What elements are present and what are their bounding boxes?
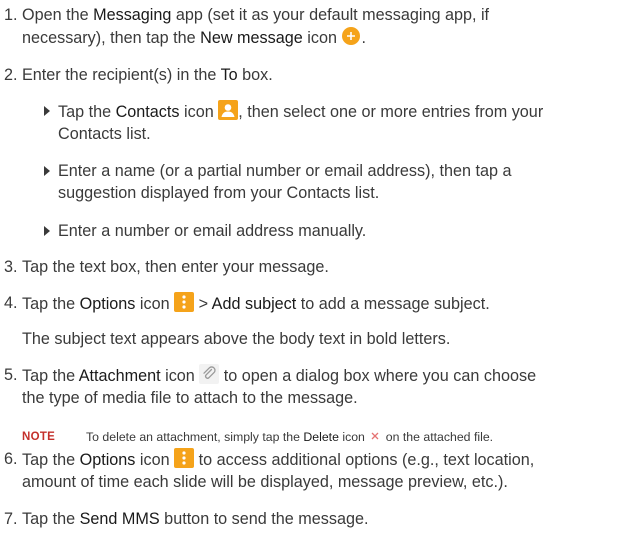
text-run: icon [179, 103, 214, 121]
text-run: the type of media file to attach to the … [22, 389, 358, 407]
text-run: amount of time each slide will be displa… [22, 473, 508, 491]
text-run: Enter the recipient(s) in the [22, 66, 221, 84]
sub-bullet-text: Enter a name (or a partial number or ema… [58, 160, 628, 204]
text-run: icon [135, 451, 170, 469]
text-run: . [361, 29, 366, 47]
step-number: 6. [4, 450, 18, 468]
bullet-arrow-icon [44, 226, 50, 236]
label-send-mms: Send MMS [79, 510, 160, 528]
step-text: Tap the Options icon > Add subject to ad… [22, 292, 628, 315]
attachment-icon [199, 364, 220, 384]
note: NOTE To delete an attachment, simply tap… [0, 426, 632, 446]
step-number: 2. [4, 66, 18, 84]
text-run: Tap the [58, 103, 116, 121]
text-run: Contacts list. [58, 125, 151, 143]
bullet-arrow-icon [44, 166, 50, 176]
note-label: NOTE [22, 431, 56, 443]
text-run: icon [135, 295, 170, 313]
text-run: on the attached file. [382, 430, 494, 444]
text-run: suggestion displayed from your Contacts … [58, 184, 380, 202]
text-run: button to send the message. [159, 510, 369, 528]
options-icon [174, 292, 195, 312]
text-run: icon [338, 430, 365, 444]
options-icon [174, 448, 195, 468]
step-text: Tap the Attachment icon to open a dialog… [22, 364, 628, 409]
step-text: Tap the text box, then enter your messag… [22, 258, 329, 276]
step-number: 5. [4, 366, 18, 384]
label-options: Options [79, 295, 136, 313]
new-message-icon [342, 27, 361, 45]
step-number: 7. [4, 510, 18, 528]
text-run: Tap the [22, 510, 80, 528]
sub-bullet-text: Tap the Contacts icon , then select one … [58, 100, 628, 145]
label-new-message: New message [200, 29, 303, 47]
text-run: to open a dialog box where you can choos… [219, 367, 537, 385]
app-name-messaging: Messaging [93, 6, 172, 24]
text-run: to add a message subject. [296, 295, 490, 313]
label-to: To [220, 66, 238, 84]
label-options: Options [79, 451, 136, 469]
text-run: to access additional options (e.g., text… [194, 451, 535, 469]
paragraph-text: The subject text appears above the body … [22, 330, 451, 348]
text-run: icon [302, 29, 337, 47]
text-run: Enter a name (or a partial number or ema… [58, 162, 512, 180]
text-run: app (set it as your default messaging ap… [171, 6, 490, 24]
label-add-subject: Add subject [211, 295, 297, 313]
sub-bullet-text: Enter a number or email address manually… [58, 222, 367, 240]
step-text: Tap the Send MMS button to send the mess… [22, 508, 628, 530]
text-run: Tap the [22, 367, 79, 385]
text-run: necessary), then tap the [22, 29, 201, 47]
step-text: Tap the Options icon to access additiona… [22, 448, 628, 493]
label-delete: Delete [303, 430, 339, 444]
text-run: To delete an attachment, simply tap the [86, 430, 304, 444]
text-run: box. [237, 66, 273, 84]
step-number: 3. [4, 258, 18, 276]
step-number: 1. [4, 6, 18, 24]
step-text: Enter the recipient(s) in the To box. [22, 64, 628, 86]
text-run: Tap the [22, 295, 80, 313]
label-contacts: Contacts [115, 103, 180, 121]
step-text: Open the Messaging app (set it as your d… [22, 4, 628, 49]
text-run: > [194, 295, 212, 313]
contacts-icon [218, 100, 239, 120]
step-number: 4. [4, 294, 18, 312]
text-run: icon [160, 367, 195, 385]
delete-icon [371, 432, 379, 440]
text-run: Tap the [22, 451, 80, 469]
note-text: To delete an attachment, simply tap the … [86, 426, 626, 448]
label-attachment: Attachment [78, 367, 161, 385]
text-run: , then select one or more entries from y… [238, 103, 544, 121]
bullet-arrow-icon [44, 106, 50, 116]
text-run: Open the [22, 6, 94, 24]
